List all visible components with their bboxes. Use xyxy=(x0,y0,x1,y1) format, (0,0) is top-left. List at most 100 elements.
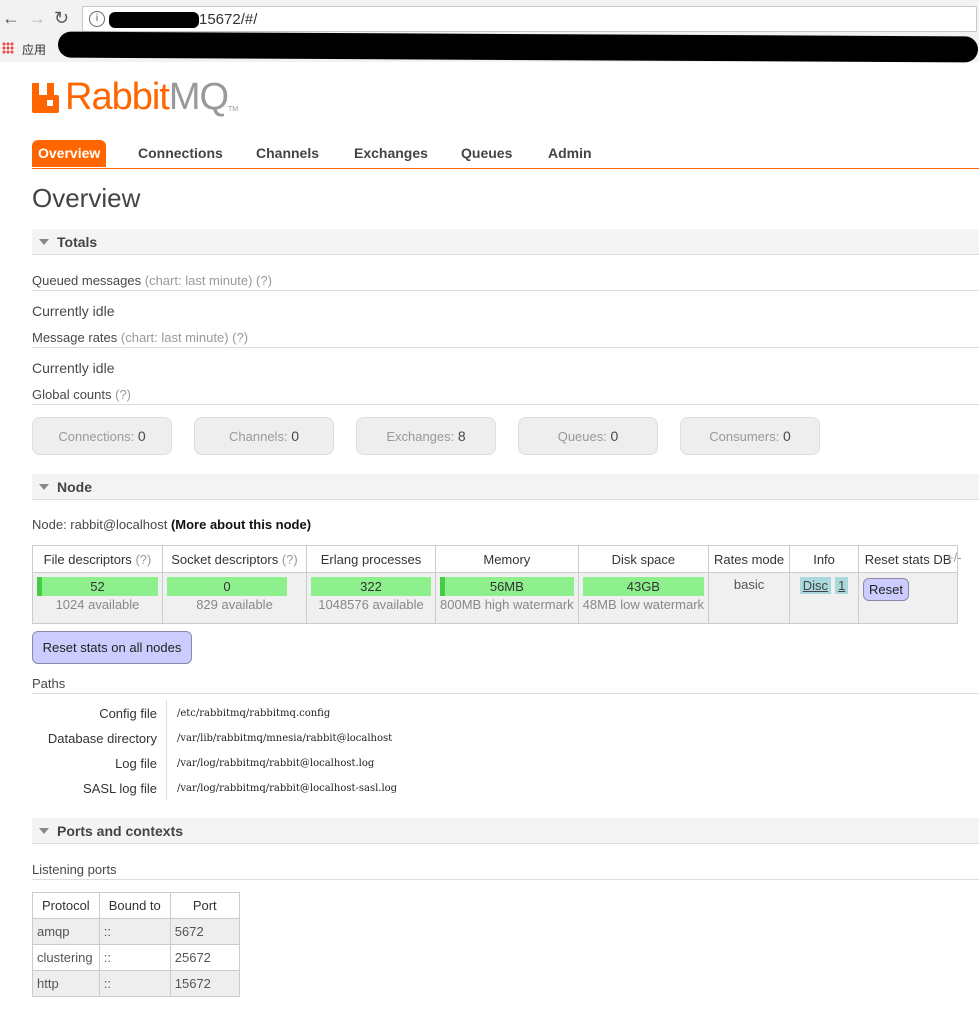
bound-cell: :: xyxy=(98,970,171,997)
col-info: Info xyxy=(789,545,860,573)
sd-available: 829 available xyxy=(196,597,273,612)
reset-all-nodes-button[interactable]: Reset stats on all nodes xyxy=(32,631,192,664)
collapse-triangle-icon xyxy=(39,239,49,245)
paths-title: Paths xyxy=(32,676,66,691)
tab-channels[interactable]: Channels xyxy=(256,140,319,167)
erl-bar: 322 xyxy=(311,577,431,596)
path-key: Config file xyxy=(99,706,157,721)
more-about-node-link[interactable]: (More about this node) xyxy=(171,517,311,532)
reload-icon[interactable]: ↻ xyxy=(54,8,69,28)
col-disk-space: Disk space xyxy=(577,545,710,573)
bookmark-apps[interactable]: 应用 xyxy=(22,41,46,58)
main-nav-tabs: Overview Connections Channels Exchanges … xyxy=(32,140,979,169)
disc-badge[interactable]: Disc xyxy=(799,577,832,594)
fd-bar: 52 xyxy=(37,577,158,596)
table-row: 52 1024 available 0 829 available 322 10… xyxy=(32,572,959,624)
collapse-triangle-icon xyxy=(39,828,49,834)
erl-cell: 322 1048576 available xyxy=(306,572,436,624)
rates-status: Currently idle xyxy=(32,360,115,376)
path-key: Database directory xyxy=(47,731,157,746)
section-title: Totals xyxy=(57,234,98,250)
divider xyxy=(32,693,979,694)
chart-hint[interactable]: (chart: last minute) (?) xyxy=(121,330,248,345)
ports-section-header[interactable]: Ports and contexts xyxy=(32,818,979,844)
protocol-cell: clustering xyxy=(32,944,100,971)
tab-exchanges[interactable]: Exchanges xyxy=(354,140,428,167)
rates-mode-value: basic xyxy=(733,577,765,592)
col-port: Port xyxy=(169,892,240,919)
tab-admin[interactable]: Admin xyxy=(548,140,592,167)
memory-watermark: 800MB high watermark xyxy=(440,597,574,612)
divider xyxy=(32,290,979,291)
path-row: Log file /var/log/rabbitmq/rabbit@localh… xyxy=(32,756,432,781)
rates-mode-cell: basic xyxy=(708,572,791,624)
info-icon[interactable]: i xyxy=(89,11,105,27)
bound-cell: :: xyxy=(98,944,171,971)
port-cell: 5672 xyxy=(169,918,240,945)
page-title: Overview xyxy=(32,183,141,213)
table-row: clustering :: 25672 xyxy=(32,944,240,971)
divider xyxy=(32,404,979,405)
divider xyxy=(32,879,979,880)
global-counts-label: Global counts (?) xyxy=(32,387,132,402)
col-bound-to: Bound to xyxy=(98,892,171,919)
memory-cell: 56MB 800MB high watermark xyxy=(435,572,579,624)
port-cell: 15672 xyxy=(169,970,240,997)
fd-cell: 52 1024 available xyxy=(32,572,163,624)
collapse-triangle-icon xyxy=(39,484,49,490)
col-memory: Memory xyxy=(435,545,579,573)
reset-node-button[interactable]: Reset xyxy=(863,578,910,601)
count-queues-button[interactable]: Queues: 0 xyxy=(518,417,658,455)
node-table: File descriptors (?) Socket descriptors … xyxy=(32,545,959,624)
col-protocol: Protocol xyxy=(32,892,100,919)
path-key: SASL log file xyxy=(83,781,157,796)
listening-ports-title: Listening ports xyxy=(32,862,117,877)
message-rates-label: Message rates (chart: last minute) (?) xyxy=(32,330,249,345)
sd-cell: 0 829 available xyxy=(162,572,307,624)
redaction-mark xyxy=(109,12,199,28)
section-title: Ports and contexts xyxy=(57,823,184,839)
tab-overview[interactable]: Overview xyxy=(32,140,107,167)
col-reset-stats: Reset stats DB xyxy=(858,545,959,573)
toggle-columns-link[interactable]: +/- xyxy=(946,550,962,565)
back-arrow-icon[interactable]: ← xyxy=(2,8,20,28)
disk-watermark: 48MB low watermark xyxy=(582,597,705,612)
node-section-header[interactable]: Node xyxy=(32,474,979,500)
table-row: amqp :: 5672 xyxy=(32,918,240,945)
address-url: 15672/#/ xyxy=(199,11,258,28)
chart-hint[interactable]: (chart: last minute) (?) xyxy=(145,273,272,288)
count-badge[interactable]: 1 xyxy=(835,577,849,594)
section-title: Node xyxy=(57,479,92,495)
help-hint[interactable]: (?) xyxy=(115,387,131,402)
logo-text: RabbitMQ xyxy=(65,76,229,118)
count-channels-button[interactable]: Channels: 0 xyxy=(194,417,334,455)
info-cell: Disc 1 xyxy=(789,572,860,624)
path-value: /etc/rabbitmq/rabbitmq.config xyxy=(177,708,331,719)
ports-table: Protocol Bound to Port amqp :: 5672 clus… xyxy=(32,892,240,997)
protocol-cell: http xyxy=(32,970,100,997)
totals-section-header[interactable]: Totals xyxy=(32,229,979,255)
count-consumers-button[interactable]: Consumers: 0 xyxy=(680,417,820,455)
tab-connections[interactable]: Connections xyxy=(138,140,223,167)
count-exchanges-button[interactable]: Exchanges: 8 xyxy=(356,417,496,455)
count-connections-button[interactable]: Connections: 0 xyxy=(32,417,172,455)
apps-grid-icon[interactable] xyxy=(2,42,14,54)
queued-messages-label: Queued messages (chart: last minute) (?) xyxy=(32,273,272,288)
erl-available: 1048576 available xyxy=(318,597,424,612)
port-cell: 25672 xyxy=(169,944,240,971)
browser-toolbar: ← → ↻ i 15672/#/ xyxy=(0,0,979,36)
memory-bar: 56MB xyxy=(440,577,574,596)
col-socket-descriptors: Socket descriptors (?) xyxy=(162,545,307,573)
reset-cell: Reset xyxy=(858,572,959,624)
protocol-cell: amqp xyxy=(32,918,100,945)
queued-status: Currently idle xyxy=(32,303,115,319)
address-bar[interactable]: i 15672/#/ xyxy=(82,6,977,32)
redaction-scribble xyxy=(57,31,979,63)
forward-arrow-icon[interactable]: → xyxy=(28,8,46,28)
path-row: SASL log file /var/log/rabbitmq/rabbit@l… xyxy=(32,781,432,806)
path-row: Config file /etc/rabbitmq/rabbitmq.confi… xyxy=(32,706,432,731)
table-row: http :: 15672 xyxy=(32,970,240,997)
tab-queues[interactable]: Queues xyxy=(461,140,512,167)
disk-bar: 43GB xyxy=(582,577,705,596)
node-name-line: Node: rabbit@localhost (More about this … xyxy=(32,517,312,532)
